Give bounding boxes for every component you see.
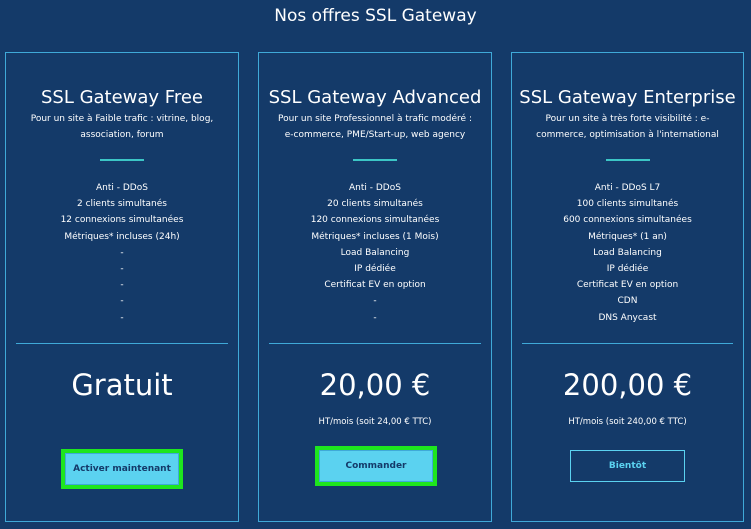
feature-item: - [373,296,377,307]
feature-item: IP dédiée [606,263,649,274]
feature-item: Métriques* incluses (24h) [64,231,180,242]
offer-name: SSL Gateway Free [40,87,204,108]
feature-item: Anti - DDoS L7 [594,183,661,193]
offer-price: 20,00 € [319,368,431,402]
accent-line [605,159,650,161]
feature-item: CDN [617,296,638,307]
offer-name: SSL Gateway Enterprise [519,87,736,108]
divider [16,343,228,344]
feature-item: Anti - DDoS [349,183,401,193]
feature-item: - [373,312,377,323]
offer-price-note: HT/mois (soit 24,00 € TTC) [318,417,432,427]
feature-item: - [120,296,124,307]
offer-card-free: SSL Gateway Free Pour un site à Faible t… [5,52,239,522]
feature-item: Certificat EV en option [324,280,426,291]
feature-item: DNS Anycast [598,312,657,323]
feature-item: - [120,312,124,323]
divider [522,343,733,344]
feature-item: - [120,247,124,258]
feature-item: Métriques* incluses (1 Mois) [311,231,439,242]
offer-card-enterprise: SSL Gateway Enterprise Pour un site à tr… [511,52,744,522]
feature-item: Certificat EV en option [576,280,679,291]
feature-item: 600 connexions simultanées [563,215,692,226]
offer-price-note: HT/mois (soit 240,00 € TTC) [568,417,687,427]
offer-price: 200,00 € [562,368,693,402]
feature-item: IP dédiée [354,263,396,274]
order-button[interactable]: Commander [315,446,437,486]
activate-now-button[interactable]: Activer maintenant [61,449,183,489]
offer-card-advanced: SSL Gateway Advanced Pour un site Profes… [258,52,492,522]
offer-description: Pour un site à Faible trafic : vitrine, … [30,114,214,140]
offer-description: Pour un site Professionnel à trafic modé… [278,114,472,140]
offer-description: Pour un site à très forte visibilité : e… [536,114,719,140]
feature-item: - [120,280,124,291]
feature-item: - [120,263,124,274]
feature-item: Load Balancing [593,247,662,258]
accent-line [100,159,144,161]
feature-item: 100 clients simultanés [576,199,679,210]
feature-list: Anti - DDoS 20 clients simultanés 120 co… [259,180,491,326]
feature-list: Anti - DDoS 2 clients simultanés 12 conn… [6,180,238,326]
accent-line [353,159,397,161]
offer-price: Gratuit [71,368,173,402]
feature-item: Métriques* (1 an) [588,231,667,242]
page-title: Nos offres SSL Gateway [274,6,477,26]
feature-item: Load Balancing [340,247,410,258]
feature-item: Anti - DDoS [96,183,148,193]
offer-name: SSL Gateway Advanced [268,87,482,108]
feature-item: 120 connexions simultanées [310,215,440,226]
feature-item: 12 connexions simultanées [60,215,184,226]
divider [269,343,481,344]
coming-soon-button[interactable]: Bientôt [570,450,685,482]
feature-list: Anti - DDoS L7 100 clients simultanés 60… [512,180,743,326]
feature-item: 2 clients simultanés [77,199,167,210]
feature-item: 20 clients simultanés [327,199,423,210]
